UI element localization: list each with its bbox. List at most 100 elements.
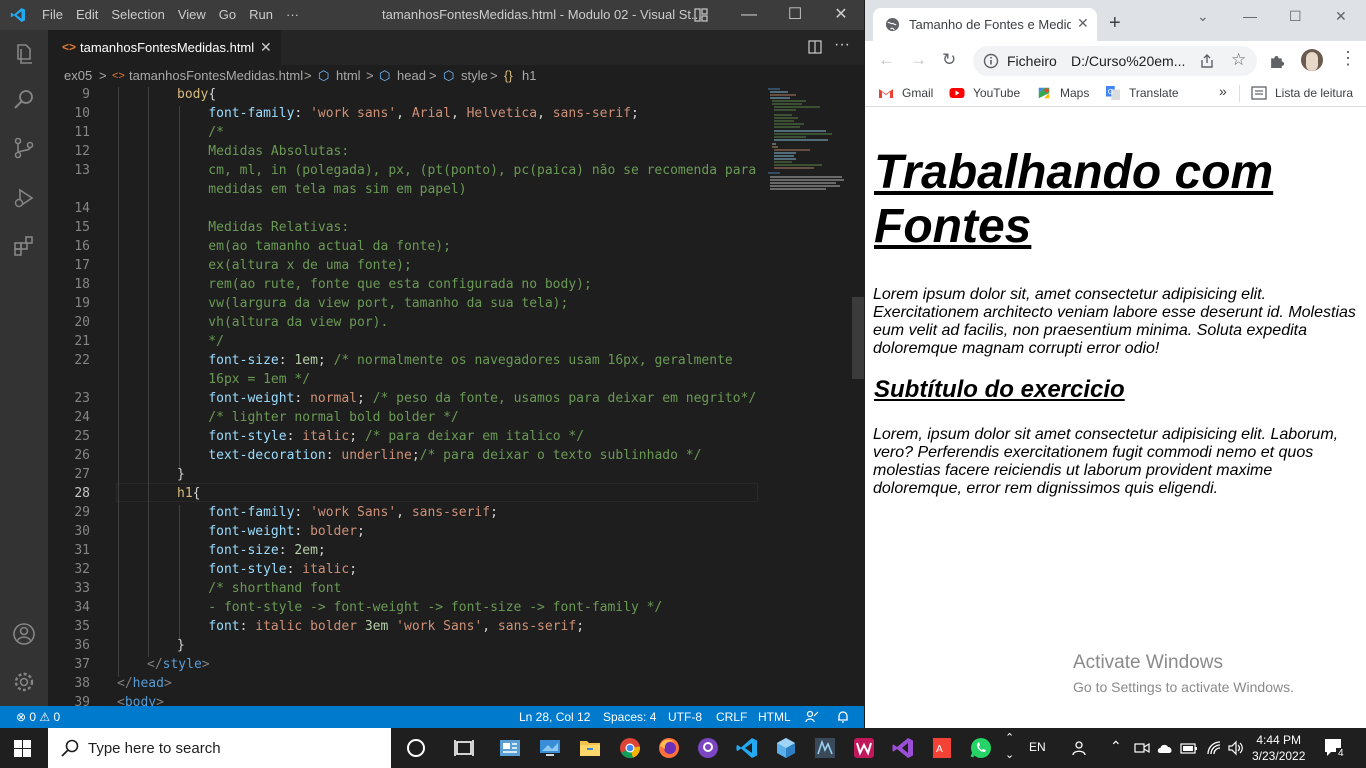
scrollbar-thumb[interactable] <box>852 297 864 379</box>
chrome-menu-kebab-icon[interactable]: ⋮ <box>1339 48 1357 69</box>
task-view-icon[interactable] <box>452 736 476 760</box>
feedback-icon[interactable] <box>805 710 819 724</box>
whatsapp-icon[interactable] <box>969 736 993 760</box>
code-line[interactable]: Medidas Absolutas: <box>177 144 349 159</box>
status-cursor-position[interactable]: Ln 28, Col 12 <box>519 710 590 724</box>
code-line[interactable]: font-weight: bolder; <box>177 524 365 539</box>
code-line[interactable]: ex(altura x de uma fonte); <box>177 258 412 273</box>
code-line[interactable]: text-decoration: underline;/* para deixa… <box>177 448 701 463</box>
people-icon[interactable] <box>1072 739 1090 757</box>
minimize-button[interactable]: — <box>1243 8 1257 24</box>
editor-scrollbar[interactable] <box>852 87 864 706</box>
code-line[interactable]: h1{ <box>177 486 200 501</box>
code-line[interactable]: cm, ml, in (polegada), px, (pt(ponto), p… <box>177 163 756 178</box>
news-widget-icon[interactable] <box>498 736 522 760</box>
code-line[interactable]: font-style: italic; <box>177 562 357 577</box>
vscode-logo-icon[interactable] <box>10 7 26 23</box>
bookmark-translate[interactable]: G Translate <box>1105 86 1179 100</box>
code-line[interactable]: vh(altura da view por). <box>177 315 388 330</box>
customize-layout-icon[interactable] <box>694 8 708 22</box>
maximize-button[interactable]: ☐ <box>1289 8 1302 25</box>
tab-search-chevron-down-icon[interactable]: ⌄ <box>1197 8 1209 25</box>
code-line[interactable]: /* shorthand font <box>177 581 341 596</box>
extensions-puzzle-icon[interactable] <box>1269 52 1286 69</box>
sql-server-icon[interactable] <box>813 736 837 760</box>
close-button[interactable]: ✕ <box>1335 8 1347 25</box>
code-line[interactable]: medidas em tela mas sim em papel) <box>177 182 466 197</box>
search-icon[interactable] <box>12 88 36 112</box>
code-line[interactable]: /* lighter normal bold bolder */ <box>177 410 458 425</box>
code-line[interactable]: 16px = 1em */ <box>177 372 310 387</box>
code-line[interactable]: Medidas Relativas: <box>177 220 349 235</box>
share-icon[interactable] <box>1199 53 1215 69</box>
settings-gear-icon[interactable] <box>12 670 36 694</box>
code-line[interactable]: font-style: italic; /* para deixar em it… <box>177 429 584 444</box>
code-line[interactable]: */ <box>177 334 224 349</box>
volume-icon[interactable] <box>1228 740 1244 756</box>
code-line[interactable]: } <box>177 467 185 482</box>
explorer-icon[interactable] <box>12 42 36 66</box>
back-arrow-icon[interactable]: ← <box>878 50 895 70</box>
close-button[interactable]: ✕ <box>818 0 864 30</box>
taskbar-search-box[interactable]: Type here to search <box>48 728 391 768</box>
status-language[interactable]: HTML <box>758 710 791 724</box>
file-explorer-icon[interactable] <box>578 736 602 760</box>
menu-go[interactable]: Go <box>219 7 245 22</box>
windows-start-icon[interactable] <box>14 740 31 757</box>
taskbar-scroll-chevrons-icon[interactable]: ⌃ ⌄ <box>1005 730 1014 764</box>
breadcrumb-html[interactable]: html <box>336 68 361 83</box>
code-line[interactable]: body{ <box>177 87 216 102</box>
reading-list-button[interactable]: Lista de leitura <box>1251 86 1353 100</box>
maximize-button[interactable]: ☐ <box>772 0 818 30</box>
code-editor[interactable]: 9 body{10 font-family: 'work sans', Arial… <box>48 87 758 706</box>
bookmarks-overflow-chevron-icon[interactable]: » <box>1219 83 1227 99</box>
firefox-icon[interactable] <box>657 736 681 760</box>
browser-tab-active[interactable]: Tamanho de Fontes e Medida ✕ <box>873 8 1097 41</box>
menu-more[interactable]: ··· <box>286 7 308 22</box>
info-icon[interactable] <box>983 53 999 69</box>
status-problems[interactable]: ⊗ 0 ⚠ 0 <box>16 710 60 724</box>
code-line[interactable]: em(ao tamanho actual da fonte); <box>177 239 451 254</box>
code-line[interactable]: rem(ao rute, fonte que esta configurada … <box>177 277 592 292</box>
pdf-reader-icon[interactable]: A <box>930 736 954 760</box>
code-line[interactable]: - font-style -> font-weight -> font-size… <box>177 600 662 615</box>
bookmark-youtube[interactable]: YouTube <box>949 86 1020 100</box>
address-bar[interactable]: Ficheiro D:/Curso%20em... ☆ <box>973 46 1257 76</box>
code-line[interactable]: font-size: 1em; /* normalmente os navega… <box>177 353 732 368</box>
breadcrumb-h1[interactable]: h1 <box>522 68 536 83</box>
extensions-icon[interactable] <box>12 234 36 258</box>
run-debug-icon[interactable] <box>12 186 36 210</box>
code-line[interactable]: </head> <box>117 676 172 691</box>
visual-studio-icon[interactable] <box>891 736 915 760</box>
code-line[interactable]: </style> <box>147 657 210 672</box>
status-encoding[interactable]: UTF-8 <box>668 710 702 724</box>
github-desktop-icon[interactable] <box>696 736 720 760</box>
code-line[interactable]: font-size: 2em; <box>177 543 325 558</box>
reload-icon[interactable]: ↻ <box>942 50 956 70</box>
minimap[interactable] <box>766 87 850 197</box>
bookmark-gmail[interactable]: Gmail <box>878 86 933 100</box>
code-line[interactable]: font-weight: normal; /* peso da fonte, u… <box>177 391 756 406</box>
new-tab-button[interactable]: + <box>1109 12 1121 35</box>
forward-arrow-icon[interactable]: → <box>910 50 927 70</box>
status-eol[interactable]: CRLF <box>716 710 747 724</box>
account-icon[interactable] <box>12 622 36 646</box>
bookmark-star-icon[interactable]: ☆ <box>1231 50 1246 70</box>
meet-now-icon[interactable] <box>1134 740 1150 756</box>
code-line[interactable]: font-family: 'work Sans', sans-serif; <box>177 505 498 520</box>
split-editor-icon[interactable] <box>808 40 822 54</box>
tab-close-icon[interactable]: ✕ <box>1077 15 1089 32</box>
vscode-taskbar-icon[interactable] <box>735 736 759 760</box>
code-line[interactable]: vw(largura da view port, tamanho da sua … <box>177 296 568 311</box>
onedrive-cloud-icon[interactable] <box>1156 741 1174 755</box>
wamp-icon[interactable] <box>852 736 876 760</box>
editor-tab-active[interactable]: <> tamanhosFontesMedidas.html ✕ <box>48 30 281 65</box>
menu-file[interactable]: File <box>42 7 72 22</box>
menu-view[interactable]: View <box>178 7 215 22</box>
breadcrumb-folder[interactable]: ex05 <box>64 68 92 83</box>
system-clock[interactable]: 4:44 PM 3/23/2022 <box>1252 732 1305 764</box>
cube-app-icon[interactable] <box>774 736 798 760</box>
profile-avatar[interactable] <box>1301 49 1323 71</box>
menu-edit[interactable]: Edit <box>76 7 107 22</box>
code-line[interactable]: <body> <box>117 695 164 706</box>
